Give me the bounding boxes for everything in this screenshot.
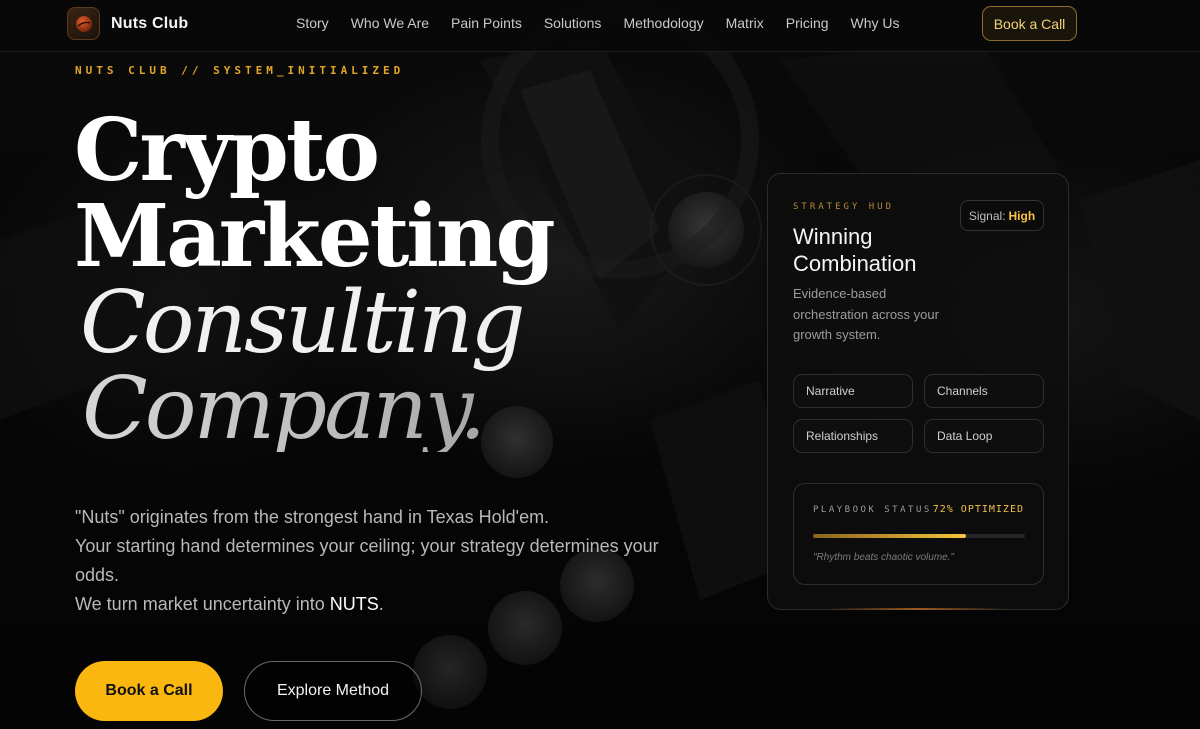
chip-relationships[interactable]: Relationships <box>793 419 913 453</box>
explore-method-button[interactable]: Explore Method <box>244 661 422 721</box>
hero-headline: Crypto Marketing Consulting Company. <box>74 100 556 453</box>
nav-link-methodology[interactable]: Methodology <box>623 15 703 31</box>
chip-data-loop[interactable]: Data Loop <box>924 419 1044 453</box>
hud-title: Winning Combination <box>793 224 917 276</box>
hud-bottom-glow <box>828 608 1008 610</box>
hero-description-line-3: We turn market uncertainty into NUTS. <box>75 590 665 619</box>
signal-value: High <box>1008 208 1036 223</box>
playbook-label: PLAYBOOK STATUS <box>813 505 932 515</box>
top-navbar: Nuts Club Story Who We Are Pain Points S… <box>0 0 1200 52</box>
hero-description-line-2: Your starting hand determines your ceili… <box>75 536 659 585</box>
book-call-button[interactable]: Book a Call <box>75 661 223 721</box>
headline-line-2: Marketing <box>74 186 556 287</box>
hero-description-suffix: . <box>378 594 384 614</box>
signal-label: Signal: <box>968 208 1006 223</box>
nav-link-story[interactable]: Story <box>296 15 329 31</box>
hero-eyebrow: NUTS CLUB // SYSTEM_INITIALIZED <box>75 64 405 77</box>
headline-line-1: Crypto <box>74 100 380 201</box>
nav-link-who-we-are[interactable]: Who We Are <box>351 15 429 31</box>
nut-logo-icon <box>67 7 100 40</box>
hud-description: Evidence-based orchestration across your… <box>793 286 939 342</box>
strategy-hud-card: STRATEGY HUD Signal: High Winning Combin… <box>767 173 1069 610</box>
nav-link-why-us[interactable]: Why Us <box>851 15 900 31</box>
headline-line-4: Company. <box>82 366 553 452</box>
nav-link-pricing[interactable]: Pricing <box>786 15 829 31</box>
nav-links: Story Who We Are Pain Points Solutions M… <box>296 15 900 31</box>
playbook-status: 72% OPTIMIZED <box>932 504 1024 515</box>
brand-name: Nuts Club <box>111 14 189 32</box>
playbook-progress-track <box>813 534 1025 538</box>
signal-badge: Signal: High <box>960 200 1044 231</box>
hud-label: STRATEGY HUD <box>793 202 895 212</box>
playbook-progress-fill <box>813 534 966 538</box>
nav-link-matrix[interactable]: Matrix <box>726 15 764 31</box>
chip-channels[interactable]: Channels <box>924 374 1044 408</box>
hero-description-highlight: NUTS <box>329 594 379 614</box>
nav-link-pain-points[interactable]: Pain Points <box>451 15 522 31</box>
hero-description: "Nuts" originates from the strongest han… <box>75 503 665 619</box>
chip-narrative[interactable]: Narrative <box>793 374 913 408</box>
hero-description-prefix: We turn market uncertainty into <box>75 594 330 614</box>
headline-line-3: Consulting <box>80 273 525 373</box>
nav-link-solutions[interactable]: Solutions <box>544 15 602 31</box>
brand[interactable]: Nuts Club <box>67 7 188 40</box>
playbook-status-panel: PLAYBOOK STATUS 72% OPTIMIZED "Rhythm be… <box>793 483 1044 585</box>
nav-book-call-button[interactable]: Book a Call <box>982 6 1077 41</box>
playbook-quote: "Rhythm beats chaotic volume." <box>813 552 955 563</box>
hero-description-line-1: "Nuts" originates from the strongest han… <box>75 507 550 527</box>
